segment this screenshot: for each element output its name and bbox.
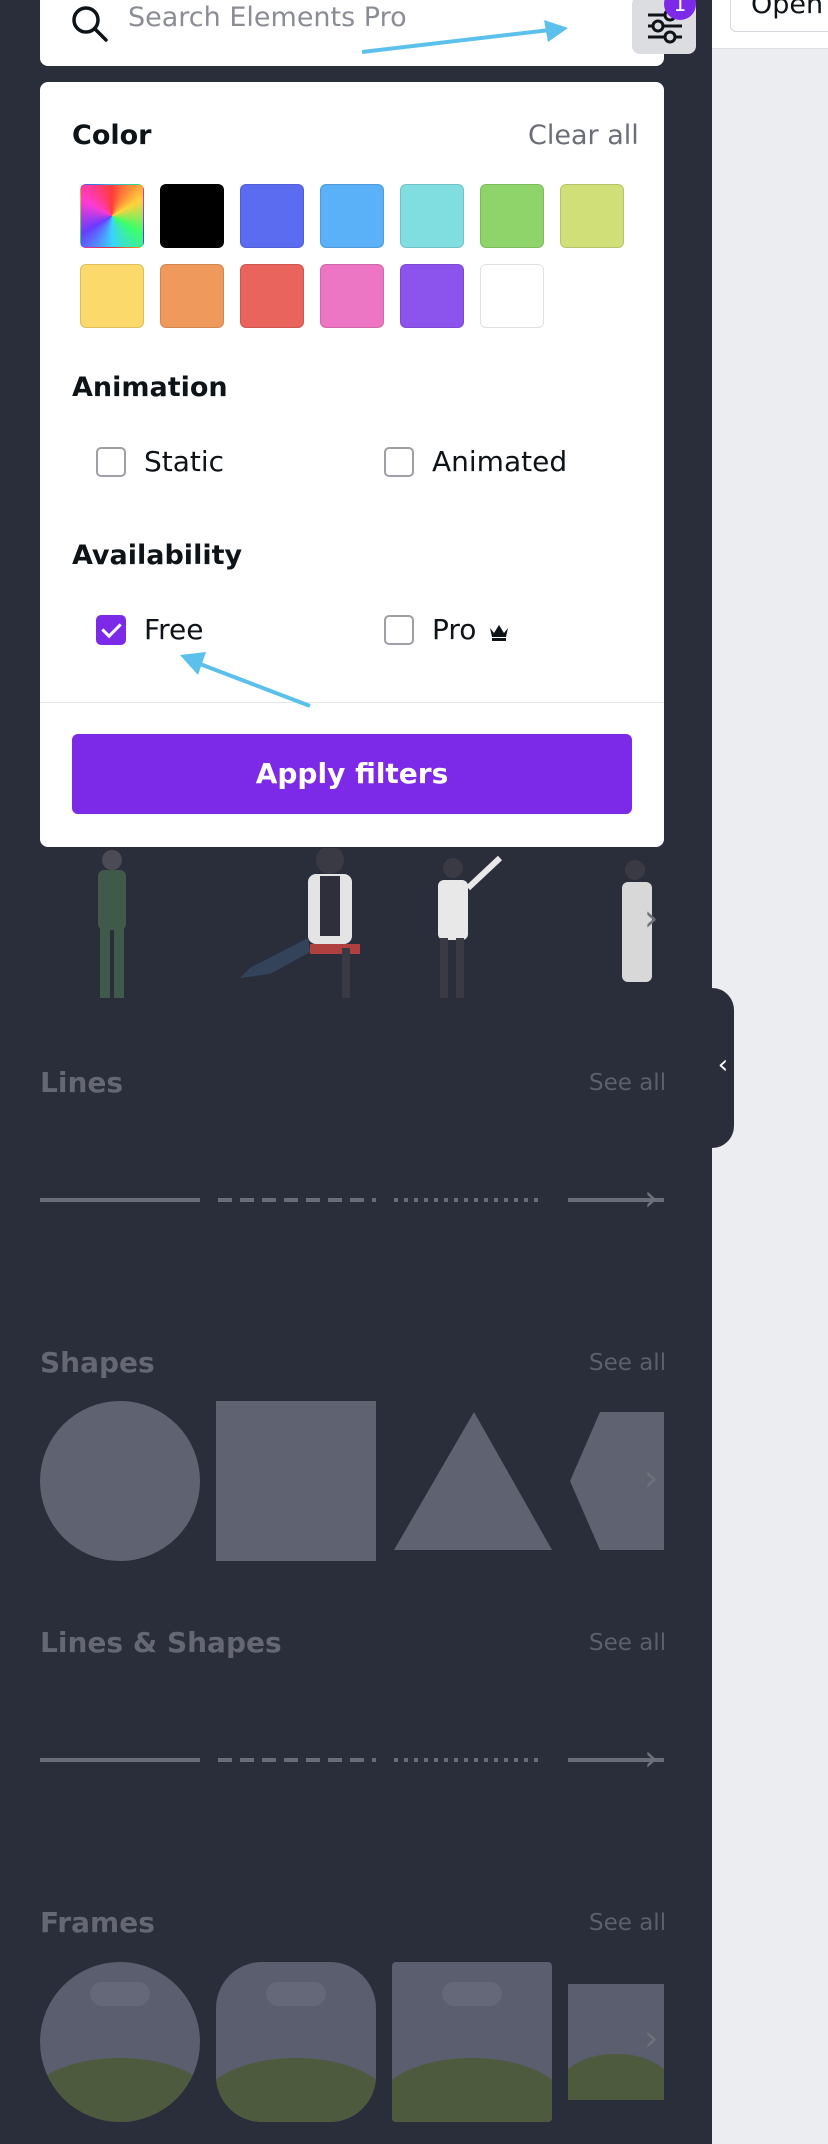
- annotation-arrows: [180, 20, 568, 708]
